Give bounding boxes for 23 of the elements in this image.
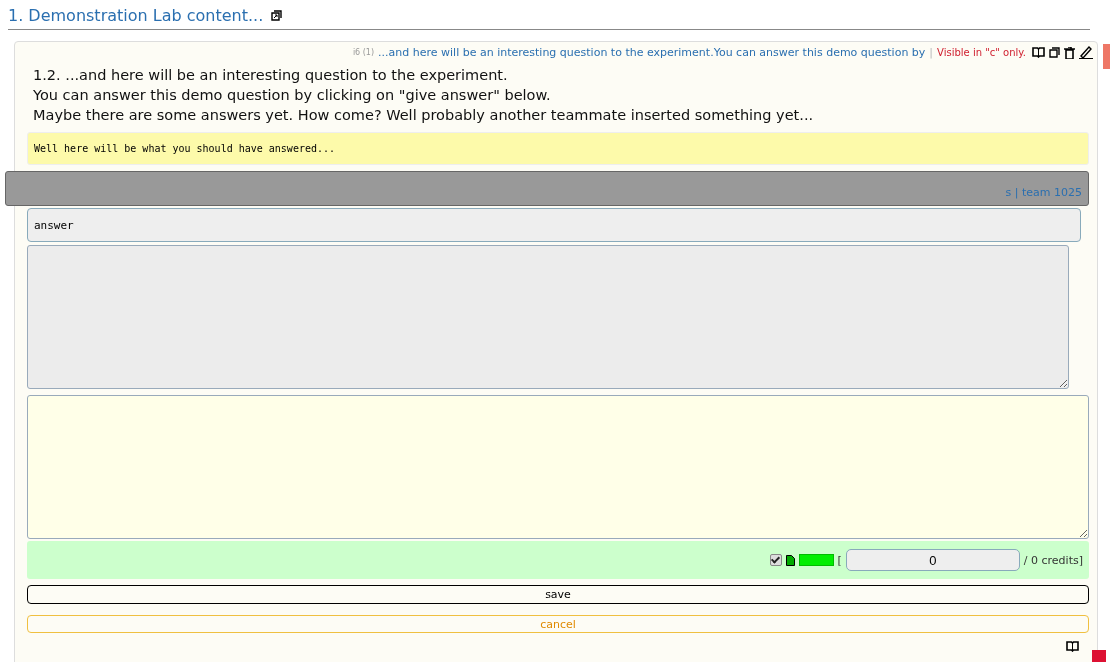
document-icon[interactable] (1049, 47, 1060, 58)
book-icon[interactable] (1032, 47, 1045, 58)
section-title: 1. Demonstration Lab content... (8, 6, 264, 25)
side-marker (1103, 44, 1110, 69)
checkbox[interactable] (769, 554, 782, 566)
separator: | (929, 46, 934, 59)
trash-icon[interactable] (1064, 46, 1075, 59)
book-icon[interactable] (1066, 641, 1079, 652)
question-summary[interactable]: ...and here will be an interesting question to the experiment.You can answer this demo question by (378, 46, 926, 59)
file-icon (785, 554, 795, 566)
save-button[interactable]: save (27, 585, 1089, 604)
visibility-note: Visible in "c" only. (937, 47, 1026, 58)
answer-field[interactable]: answer (27, 208, 1081, 242)
points-field[interactable]: 0 (845, 549, 1020, 571)
side-marker (1092, 650, 1106, 662)
question-tag: i6 (1) (352, 48, 375, 57)
question-text: 1.2. ...and here will be an interesting question to the experiment. You can answer this demo question by clicking on "give answer" below. Maybe there are some answers yet. How come? Well probably another teammate inserted something yet... (32, 66, 815, 125)
bracket: [ (837, 553, 842, 567)
document-icon[interactable] (271, 10, 283, 21)
credits-label: / 0 credits] (1023, 553, 1083, 567)
status-meter (798, 554, 834, 566)
pencil-icon[interactable] (1079, 46, 1093, 59)
model-answer: Well here will be what you should have answered... (27, 132, 1089, 165)
